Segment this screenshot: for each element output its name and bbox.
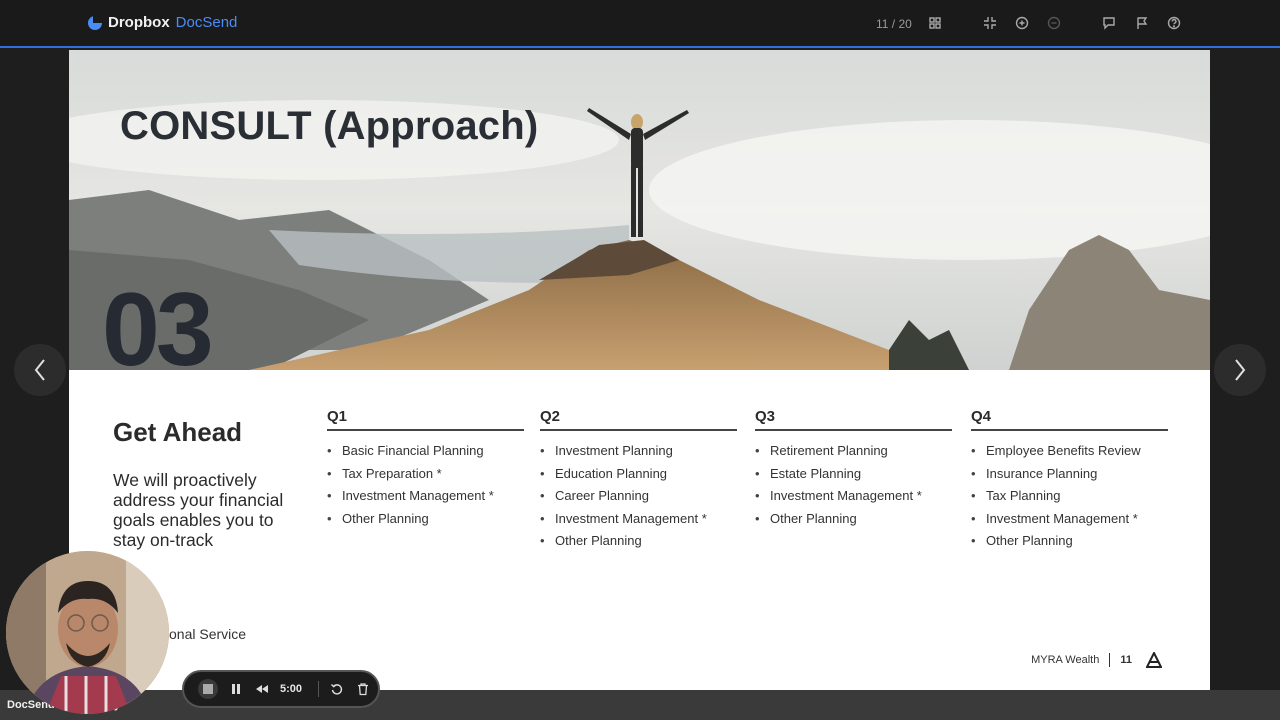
- list-item: Tax Preparation *: [327, 466, 524, 489]
- restart-icon: [331, 684, 343, 695]
- rewind-icon: [256, 685, 268, 693]
- quarter-label: Q1: [327, 408, 524, 431]
- brand-logo[interactable]: Dropbox DocSend: [88, 14, 237, 31]
- quarter-list: Employee Benefits Review Insurance Plann…: [971, 443, 1168, 556]
- previous-slide-button[interactable]: [14, 344, 66, 396]
- quarter-list: Basic Financial Planning Tax Preparation…: [327, 443, 524, 533]
- list-item: Estate Planning: [755, 466, 952, 489]
- slide-title: CONSULT (Approach): [120, 104, 539, 148]
- list-item: Investment Management *: [540, 511, 737, 534]
- chevron-left-icon: [34, 359, 45, 381]
- zoom-in-icon[interactable]: [1015, 16, 1029, 30]
- footer-page-number: 11: [1120, 654, 1132, 666]
- list-item: Investment Planning: [540, 443, 737, 466]
- slide-footer: MYRA Wealth 11: [1031, 652, 1162, 668]
- top-bar: Dropbox DocSend 11 / 20: [0, 0, 1280, 48]
- flag-icon[interactable]: [1135, 16, 1149, 30]
- service-label: onal Service: [169, 626, 247, 642]
- list-item: Investment Management *: [755, 488, 952, 511]
- page-indicator: 11 / 20: [876, 17, 912, 31]
- list-item: Education Planning: [540, 466, 737, 489]
- restart-button[interactable]: [329, 681, 345, 697]
- list-item: Other Planning: [755, 511, 952, 534]
- myra-logo-icon: [1146, 652, 1162, 668]
- quarter-label: Q4: [971, 408, 1168, 431]
- list-item: Insurance Planning: [971, 466, 1168, 489]
- list-item: Retirement Planning: [755, 443, 952, 466]
- quarter-label: Q3: [755, 408, 952, 431]
- quarter-list: Retirement Planning Estate Planning Inve…: [755, 443, 952, 533]
- next-slide-button[interactable]: [1214, 344, 1266, 396]
- pause-button[interactable]: [228, 681, 244, 697]
- footer-divider: [1109, 653, 1111, 667]
- quarter-q3: Q3 Retirement Planning Estate Planning I…: [755, 408, 952, 533]
- recorder-divider: [318, 681, 319, 697]
- list-item: Basic Financial Planning: [327, 443, 524, 466]
- footer-brand: MYRA Wealth: [1031, 654, 1100, 666]
- chevron-right-icon: [1235, 359, 1246, 381]
- quarter-list: Investment Planning Education Planning C…: [540, 443, 737, 556]
- list-item: Investment Management *: [327, 488, 524, 511]
- list-item: Tax Planning: [971, 488, 1168, 511]
- section-blurb: We will proactively address your financi…: [113, 470, 284, 550]
- stop-recording-button[interactable]: [198, 679, 218, 699]
- quarter-label: Q2: [540, 408, 737, 431]
- recorder-controls: 5:00: [182, 670, 380, 708]
- section-number: 03: [102, 272, 214, 388]
- rewind-button[interactable]: [254, 681, 270, 697]
- list-item: Other Planning: [971, 533, 1168, 556]
- delete-recording-button[interactable]: [355, 681, 371, 697]
- trash-icon: [358, 683, 368, 696]
- list-item: Employee Benefits Review: [971, 443, 1168, 466]
- collapse-icon[interactable]: [983, 16, 997, 30]
- grid-icon[interactable]: [928, 16, 942, 30]
- list-item: Other Planning: [327, 511, 524, 534]
- hero-image: [69, 50, 1210, 370]
- pause-icon: [232, 684, 240, 694]
- list-item: Career Planning: [540, 488, 737, 511]
- list-item: Investment Management *: [971, 511, 1168, 534]
- brand-sub: DocSend: [175, 14, 238, 31]
- webcam-bubble[interactable]: [6, 551, 169, 714]
- stop-icon: [203, 684, 213, 694]
- quarter-q1: Q1 Basic Financial Planning Tax Preparat…: [327, 408, 524, 533]
- slide: CONSULT (Approach) 03 Get Ahead We will …: [69, 50, 1210, 690]
- dropbox-logo-icon: [88, 15, 102, 30]
- list-item: Other Planning: [540, 533, 737, 556]
- quarter-q4: Q4 Employee Benefits Review Insurance Pl…: [971, 408, 1168, 556]
- comment-icon[interactable]: [1102, 16, 1116, 30]
- section-heading: Get Ahead: [113, 417, 243, 447]
- brand-main: Dropbox: [108, 14, 170, 31]
- recording-timer: 5:00: [280, 683, 303, 695]
- help-icon[interactable]: [1167, 16, 1181, 30]
- quarter-q2: Q2 Investment Planning Education Plannin…: [540, 408, 737, 556]
- zoom-out-icon[interactable]: [1047, 16, 1061, 30]
